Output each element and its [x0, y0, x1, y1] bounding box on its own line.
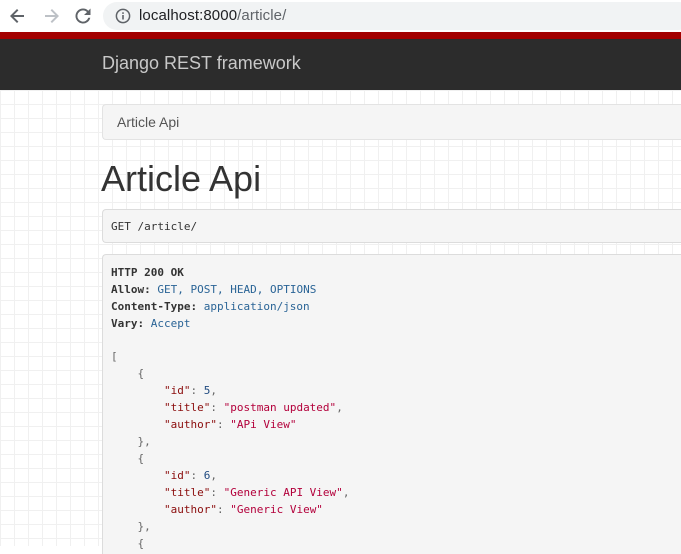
page-title: Article Api	[101, 158, 262, 199]
response-header-vary: Vary: Accept	[111, 317, 191, 330]
url-text: localhost:8000/article/	[139, 7, 287, 24]
json-field-id: "id": 5,	[163, 384, 217, 397]
breadcrumb: Article Api	[102, 104, 681, 140]
request-method: GET	[111, 220, 131, 233]
response-status: HTTP 200 OK	[111, 266, 184, 279]
json-field-id: "id": 6,	[163, 469, 217, 482]
forward-arrow-icon[interactable]	[41, 6, 61, 26]
back-arrow-icon[interactable]	[8, 6, 28, 26]
json-field-author: "author": "Generic View"	[163, 503, 323, 516]
response-header-allow: Allow: GET, POST, HEAD, OPTIONS	[111, 283, 317, 296]
request-info: GET /article/	[102, 209, 681, 243]
request-path: /article/	[137, 220, 198, 233]
json-open-brace: {	[137, 537, 145, 550]
navbar: Django REST framework	[0, 32, 681, 90]
response-header-content-type: Content-Type: application/json	[111, 300, 310, 313]
json-close-brace: },	[137, 520, 151, 533]
json-open-brace: {	[137, 452, 145, 465]
json-field-author: "author": "APi View"	[163, 418, 297, 431]
json-open-bracket: [	[111, 350, 118, 363]
json-close-brace: },	[137, 435, 151, 448]
breadcrumb-item-article-api[interactable]: Article Api	[117, 114, 179, 130]
browser-toolbar: localhost:8000/article/	[0, 0, 681, 32]
info-icon[interactable]	[115, 8, 131, 24]
reload-icon[interactable]	[73, 6, 93, 26]
response-info: HTTP 200 OK Allow: GET, POST, HEAD, OPTIO…	[102, 254, 681, 554]
navbar-brand[interactable]: Django REST framework	[102, 53, 301, 74]
json-field-title: "title": "Generic API View",	[163, 486, 350, 499]
json-field-title: "title": "postman updated",	[163, 401, 343, 414]
json-open-brace: {	[137, 367, 145, 380]
address-bar[interactable]: localhost:8000/article/	[103, 2, 681, 30]
